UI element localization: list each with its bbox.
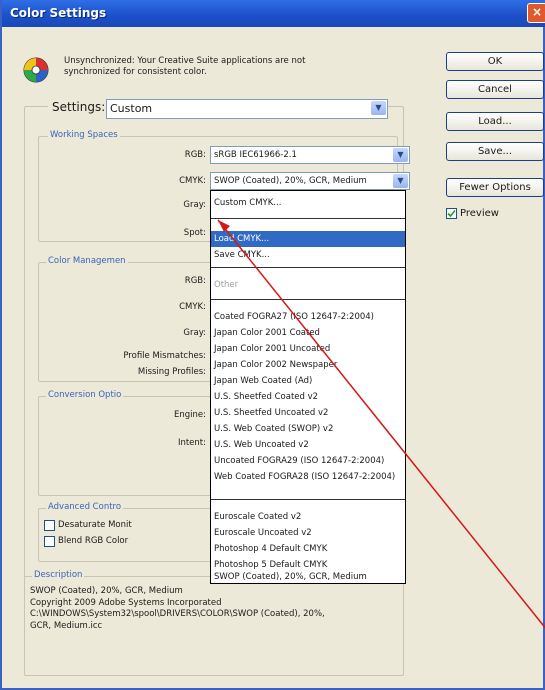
color-settings-dialog: Color Settings × Unsynchronized: Your Cr… [0,0,545,690]
arrowhead-icon [218,220,230,232]
annotation-line [217,219,545,629]
annotation-stroke [217,219,545,629]
